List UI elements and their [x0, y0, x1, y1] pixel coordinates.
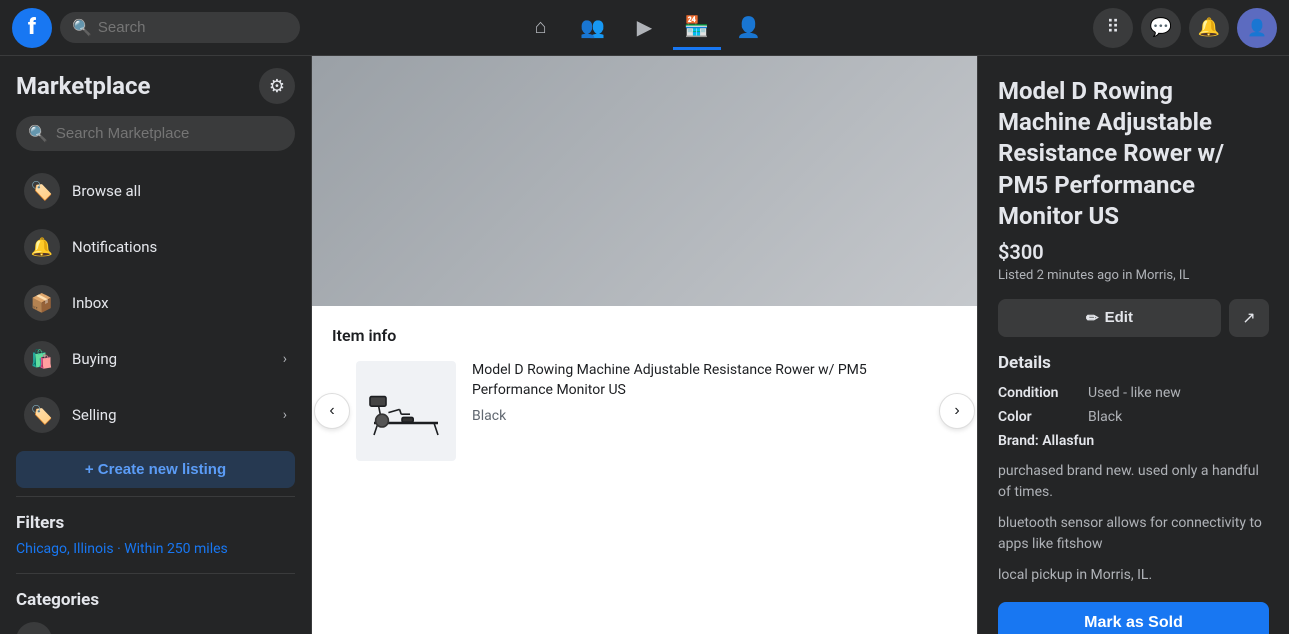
sidebar-item-inbox[interactable]: 📦 Inbox [8, 275, 303, 331]
sidebar-item-selling[interactable]: 🏷️ Selling › [8, 387, 303, 443]
global-search-input[interactable] [98, 19, 288, 36]
selling-chevron-right-icon: › [283, 407, 287, 423]
condition-value: Used - like new [1088, 385, 1181, 401]
product-view: Item info ‹ [312, 56, 977, 634]
color-value: Black [1088, 409, 1122, 425]
rowing-machine-image [366, 376, 446, 446]
create-listing-button[interactable]: + Create new listing [16, 451, 295, 488]
item-card: Model D Rowing Machine Adjustable Resist… [356, 361, 933, 461]
sidebar-header: Marketplace ⚙ [0, 68, 311, 116]
nav-center: ⌂ 👥 ▶ 🏪 👤 [517, 6, 773, 50]
details-section: Details Condition Used - like new Color … [998, 353, 1269, 586]
category-vehicles[interactable]: 🚗 Vehicles [0, 614, 311, 634]
nav-marketplace-button[interactable]: 🏪 [673, 6, 721, 50]
details-title: Details [998, 353, 1269, 373]
right-panel: Model D Rowing Machine Adjustable Resist… [977, 56, 1289, 634]
sidebar-item-selling-label: Selling [72, 406, 117, 424]
nav-left: f 🔍 [12, 8, 300, 48]
sidebar-item-buying-label: Buying [72, 350, 117, 368]
nav-watch-button[interactable]: ▶ [621, 6, 669, 50]
buying-icon: 🛍️ [24, 341, 60, 377]
carousel-next-button[interactable]: › [939, 393, 975, 429]
sidebar-divider [16, 496, 295, 497]
product-title: Model D Rowing Machine Adjustable Resist… [998, 76, 1269, 232]
condition-row: Condition Used - like new [998, 385, 1269, 401]
item-details: Model D Rowing Machine Adjustable Resist… [472, 361, 933, 424]
search-icon: 🔍 [72, 18, 92, 37]
description-line-3: local pickup in Morris, IL. [998, 565, 1269, 586]
messenger-button[interactable]: 💬 [1141, 8, 1181, 48]
sidebar-item-notifications-label: Notifications [72, 238, 157, 256]
color-row: Color Black [998, 409, 1269, 425]
sidebar-title: Marketplace [16, 72, 150, 100]
edit-pencil-icon: ✏ [1086, 309, 1099, 327]
facebook-logo[interactable]: f [12, 8, 52, 48]
carousel-prev-button[interactable]: ‹ [314, 393, 350, 429]
top-nav: f 🔍 ⌂ 👥 ▶ 🏪 👤 ⠿ 💬 🔔 👤 [0, 0, 1289, 56]
vehicles-icon: 🚗 [16, 622, 52, 634]
item-info-section: Item info ‹ [312, 306, 977, 634]
share-icon: ↗ [1242, 308, 1255, 328]
sidebar-item-browse-all-label: Browse all [72, 182, 141, 200]
nav-home-button[interactable]: ⌂ [517, 6, 565, 50]
nav-profile-button[interactable]: 👤 [725, 6, 773, 50]
sidebar-item-browse-all[interactable]: 🏷️ Browse all [8, 163, 303, 219]
marketplace-search-bar[interactable]: 🔍 [16, 116, 295, 151]
notifications-button[interactable]: 🔔 [1189, 8, 1229, 48]
item-thumbnail [356, 361, 456, 461]
brand-row: Brand: Allasfun [998, 433, 1269, 449]
sidebar: Marketplace ⚙ 🔍 🏷️ Browse all 🔔 Notifica… [0, 56, 312, 634]
grid-menu-button[interactable]: ⠿ [1093, 8, 1133, 48]
item-name: Model D Rowing Machine Adjustable Resist… [472, 361, 933, 400]
description-line-2: bluetooth sensor allows for connectivity… [998, 513, 1269, 555]
main-layout: Marketplace ⚙ 🔍 🏷️ Browse all 🔔 Notifica… [0, 56, 1289, 634]
sidebar-item-notifications[interactable]: 🔔 Notifications [8, 219, 303, 275]
item-info-title: Item info [332, 326, 957, 345]
inbox-icon: 📦 [24, 285, 60, 321]
share-button[interactable]: ↗ [1229, 299, 1269, 337]
product-image-placeholder [312, 56, 977, 306]
item-color: Black [472, 408, 933, 424]
product-meta: Listed 2 minutes ago in Morris, IL [998, 268, 1269, 283]
notifications-sidebar-icon: 🔔 [24, 229, 60, 265]
action-buttons: ✏ Edit ↗ [998, 299, 1269, 337]
settings-gear-button[interactable]: ⚙ [259, 68, 295, 104]
marketplace-search-icon: 🔍 [28, 124, 48, 143]
sidebar-item-inbox-label: Inbox [72, 294, 109, 312]
sidebar-divider-2 [16, 573, 295, 574]
nav-right: ⠿ 💬 🔔 👤 [1093, 8, 1277, 48]
product-price: $300 [998, 240, 1269, 264]
selling-icon: 🏷️ [24, 397, 60, 433]
browse-all-icon: 🏷️ [24, 173, 60, 209]
buying-chevron-right-icon: › [283, 351, 287, 367]
color-label: Color [998, 409, 1088, 425]
product-image-main [312, 56, 977, 306]
avatar[interactable]: 👤 [1237, 8, 1277, 48]
content-area: Item info ‹ [312, 56, 1289, 634]
description-line-1: purchased brand new. used only a handful… [998, 461, 1269, 503]
nav-friends-button[interactable]: 👥 [569, 6, 617, 50]
marketplace-search-input[interactable] [56, 125, 283, 142]
mark-as-sold-button[interactable]: Mark as Sold [998, 602, 1269, 634]
categories-section-title: Categories [0, 582, 311, 614]
filter-location[interactable]: Chicago, Illinois · Within 250 miles [0, 537, 311, 565]
edit-button[interactable]: ✏ Edit [998, 299, 1221, 337]
filters-section-title: Filters [0, 505, 311, 537]
condition-label: Condition [998, 385, 1088, 401]
item-card-wrapper: ‹ [332, 361, 957, 461]
global-search[interactable]: 🔍 [60, 12, 300, 43]
sidebar-item-buying[interactable]: 🛍️ Buying › [8, 331, 303, 387]
